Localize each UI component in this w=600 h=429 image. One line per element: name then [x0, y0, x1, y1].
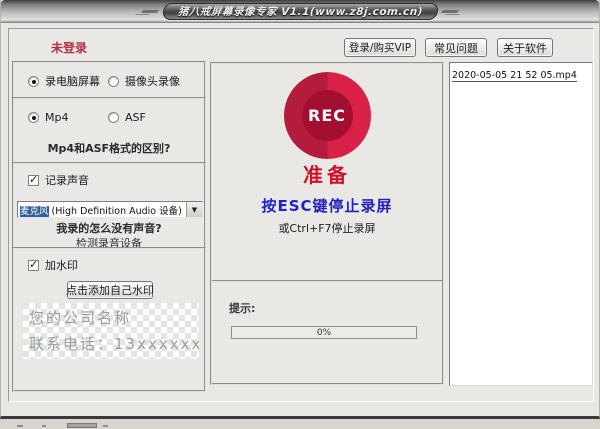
ctrl-stop-hint: 或Ctrl+F7停止录屏	[212, 220, 442, 236]
taskbar-fragment	[67, 423, 97, 428]
app-window: 猪八戒屏幕录像专家 V1.1(www.z8j.com.cn) 未登录 登录/购买…	[0, 0, 600, 419]
title-decor-right-icon	[441, 10, 460, 13]
watermark-preview: 您的公司名称 联系电话：13xxxxxx8	[23, 303, 199, 359]
desktop-fragment	[0, 419, 600, 429]
watermark-group: 加水印 点击添加自己水印 您的公司名称 联系电话：13xxxxxx8	[12, 247, 206, 392]
radio-label: 摄像头录像	[125, 73, 180, 89]
recording-panel: REC 准备 按ESC键停止录屏 或Ctrl+F7停止录屏 提示: 0%	[210, 62, 444, 385]
checkbox-add-watermark[interactable]: 加水印	[28, 257, 78, 273]
recorded-files-list[interactable]: 2020-05-05 21 52 05.mp4	[449, 62, 593, 386]
radio-checked-icon	[28, 76, 39, 87]
rec-button[interactable]: REC	[284, 72, 371, 159]
progress-value: 0%	[317, 328, 331, 338]
watermark-company-line: 您的公司名称	[29, 307, 193, 328]
taskbar-fragment	[17, 425, 23, 427]
format-difference-link[interactable]: Mp4和ASF格式的区别?	[14, 140, 204, 156]
radio-record-camera[interactable]: 摄像头录像	[108, 73, 180, 89]
audio-device-selected-text: 麦克风	[20, 206, 49, 217]
login-status-label: 未登录	[51, 39, 87, 56]
radio-format-asf[interactable]: ASF	[108, 111, 146, 124]
add-watermark-button[interactable]: 点击添加自己水印	[67, 281, 153, 299]
checkbox-label: 记录声音	[45, 172, 89, 188]
audio-device-rest-text: (High Definition Audio 设备)	[49, 206, 182, 217]
app-title: 猪八戒屏幕录像专家 V1.1(www.z8j.com.cn)	[177, 4, 423, 19]
list-item[interactable]: 2020-05-05 21 52 05.mp4	[452, 70, 577, 82]
radio-format-mp4[interactable]: Mp4	[28, 111, 68, 124]
rec-icon: REC	[308, 106, 346, 125]
audio-group: 记录声音 麦克风 (High Definition Audio 设备) ▼ 我录…	[12, 162, 206, 249]
faq-button[interactable]: 常见问题	[425, 38, 487, 57]
radio-label: Mp4	[45, 111, 68, 124]
checkbox-checked-icon	[28, 175, 39, 186]
esc-stop-hint: 按ESC键停止录屏	[212, 195, 442, 216]
audio-device-value: 麦克风 (High Definition Audio 设备)	[18, 203, 186, 217]
watermark-phone-line: 联系电话：13xxxxxx8	[29, 333, 193, 354]
no-sound-help-link[interactable]: 我录的怎么没有声音?	[14, 220, 204, 236]
progress-bar: 0%	[231, 326, 417, 339]
about-button[interactable]: 关于软件	[497, 38, 553, 57]
tip-section: 提示: 0%	[212, 280, 442, 387]
checkbox-record-sound[interactable]: 记录声音	[28, 172, 89, 188]
radio-label: 录电脑屏幕	[45, 73, 100, 89]
audio-device-select[interactable]: 麦克风 (High Definition Audio 设备) ▼	[17, 201, 203, 218]
rec-inner-circle: REC	[302, 90, 353, 141]
taskbar-fragment	[103, 425, 108, 427]
chevron-down-icon[interactable]: ▼	[186, 202, 202, 217]
login-buy-vip-button[interactable]: 登录/购买VIP	[344, 38, 416, 57]
title-decor-left-icon	[140, 10, 159, 13]
tip-label: 提示:	[229, 300, 255, 316]
checkbox-label: 加水印	[45, 257, 78, 273]
radio-icon	[108, 112, 119, 123]
format-group: Mp4 ASF Mp4和ASF格式的区别?	[12, 97, 206, 164]
rec-button-wrap: REC	[212, 72, 442, 159]
radio-record-screen[interactable]: 录电脑屏幕	[28, 73, 100, 89]
checkbox-checked-icon	[28, 260, 39, 271]
radio-label: ASF	[125, 111, 146, 124]
radio-icon	[108, 76, 119, 87]
taskbar-fragment	[42, 425, 46, 427]
radio-checked-icon	[28, 112, 39, 123]
record-source-group: 录电脑屏幕 摄像头录像	[12, 61, 206, 99]
titlebar[interactable]: 猪八戒屏幕录像专家 V1.1(www.z8j.com.cn)	[1, 0, 599, 23]
recording-status-label: 准备	[212, 159, 442, 188]
app-logo: 猪八戒屏幕录像专家 V1.1(www.z8j.com.cn)	[142, 3, 459, 20]
title-pill: 猪八戒屏幕录像专家 V1.1(www.z8j.com.cn)	[161, 3, 438, 20]
